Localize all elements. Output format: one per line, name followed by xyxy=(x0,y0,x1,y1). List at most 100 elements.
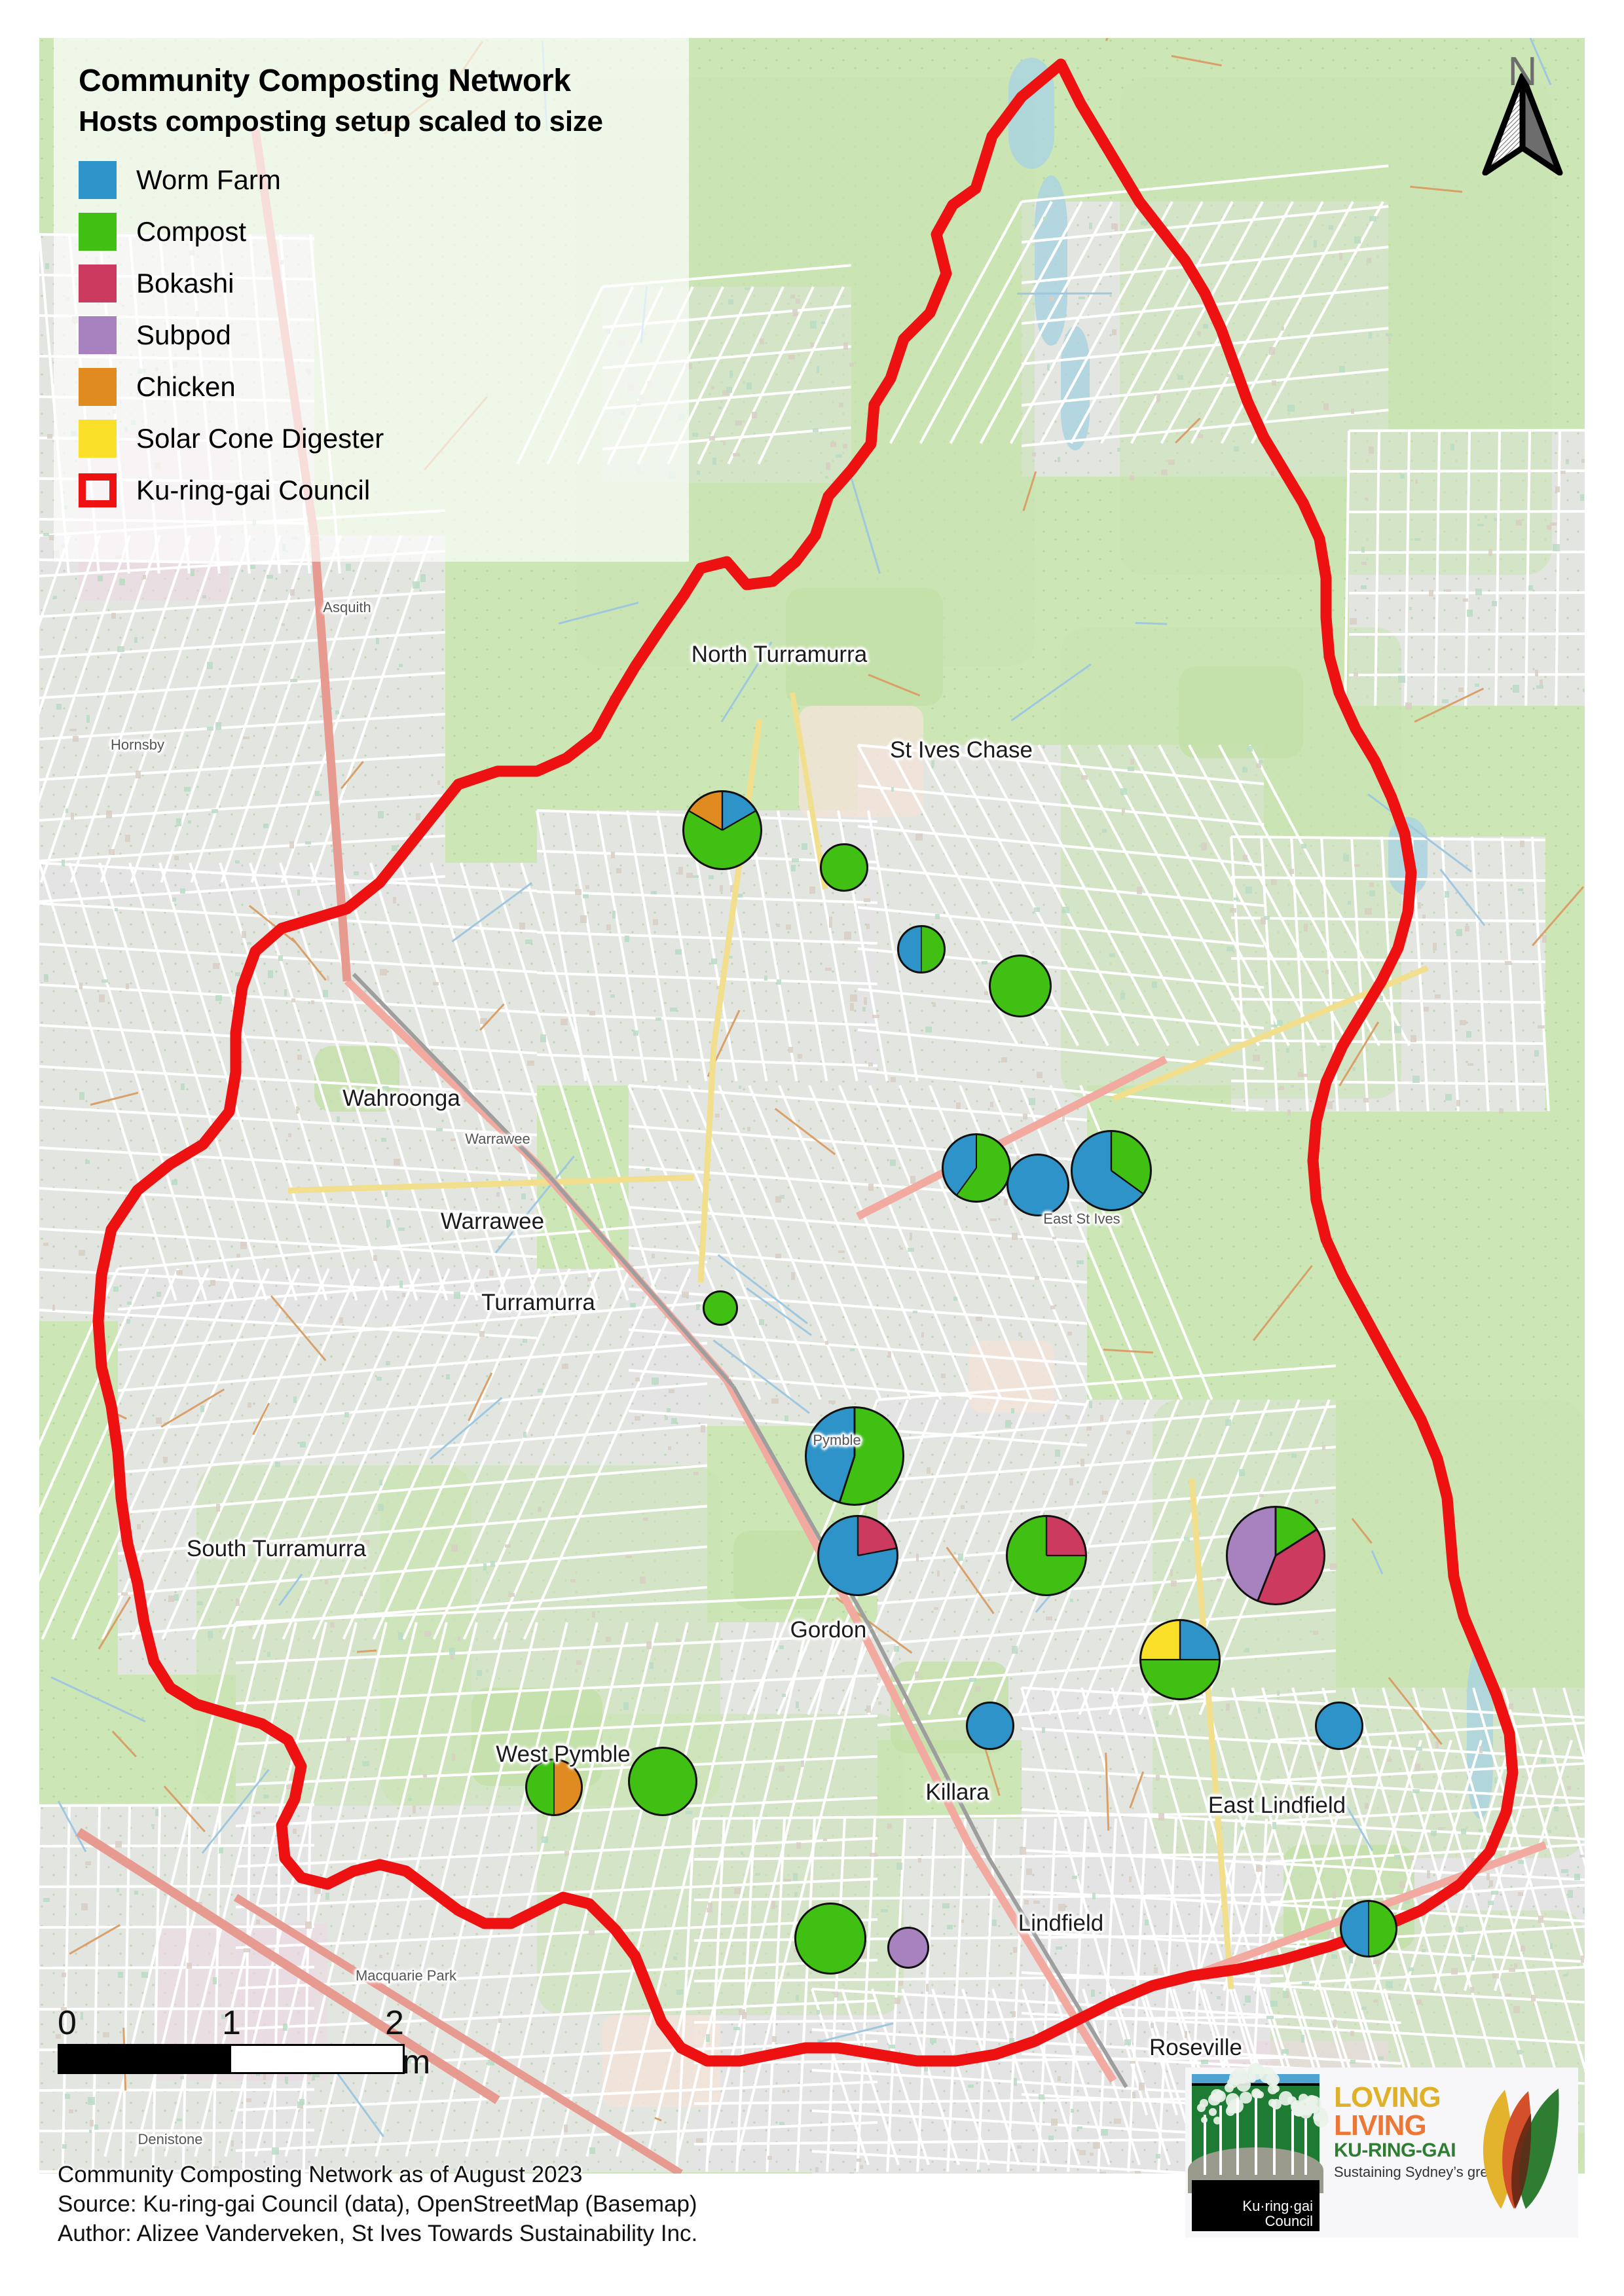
pie-marker[interactable] xyxy=(1139,1619,1221,1700)
map-building xyxy=(312,2077,315,2081)
pie-marker[interactable] xyxy=(887,1927,929,1969)
map-building xyxy=(745,287,749,291)
map-building xyxy=(1286,1048,1289,1053)
map-building xyxy=(1456,1100,1461,1106)
map-building xyxy=(200,1406,204,1412)
map-building xyxy=(362,1761,369,1766)
map-building xyxy=(862,1007,866,1011)
logo-tree-trunk xyxy=(1219,2105,1222,2175)
map-building xyxy=(826,462,830,469)
map-building xyxy=(924,2067,928,2072)
pie-marker[interactable] xyxy=(1315,1702,1363,1750)
loving-living-logo: LOVING LIVING KU-RING-GAI Sustaining Syd… xyxy=(1320,2074,1572,2231)
logo-tree-crown xyxy=(1253,2090,1262,2099)
pie-marker[interactable] xyxy=(942,1133,1011,1203)
map-building xyxy=(113,1286,119,1292)
map-building xyxy=(729,956,733,958)
map-building xyxy=(686,873,693,878)
pie-marker[interactable] xyxy=(820,843,868,892)
map-building xyxy=(79,1250,85,1256)
legend-label-compost: Compost xyxy=(136,216,246,247)
map-building xyxy=(275,1462,280,1467)
pie-marker[interactable] xyxy=(805,1406,904,1506)
map-building xyxy=(477,1670,482,1676)
logo-tree-crown xyxy=(1201,2117,1208,2123)
map-building xyxy=(1581,1956,1584,1963)
map-building xyxy=(44,974,48,980)
pie-marker[interactable] xyxy=(989,955,1052,1017)
legend-item-council-boundary: Ku-ring-gai Council xyxy=(79,464,689,516)
pie-slice-dividers xyxy=(1228,1508,1323,1603)
map-building xyxy=(665,1416,668,1421)
map-building xyxy=(1269,347,1275,355)
pie-slice-dividers xyxy=(1342,1902,1395,1956)
map-building xyxy=(1561,1869,1568,1873)
map-building xyxy=(1411,1855,1414,1861)
place-label: Killara xyxy=(925,1779,989,1806)
map-building xyxy=(1069,1478,1073,1485)
pie-marker[interactable] xyxy=(966,1702,1014,1750)
map-building xyxy=(1226,1704,1230,1711)
map-building xyxy=(1161,469,1168,475)
map-building xyxy=(1352,1067,1356,1071)
map-building xyxy=(69,2109,73,2113)
place-label: Denistone xyxy=(138,2131,202,2148)
pie-marker[interactable] xyxy=(1071,1130,1152,1211)
map-building xyxy=(1465,926,1469,932)
map-building xyxy=(323,990,329,997)
scale-bar: 012 km xyxy=(58,2003,405,2074)
map-building xyxy=(891,1077,896,1082)
map-building xyxy=(433,982,439,985)
map-building xyxy=(1120,788,1127,795)
map-building xyxy=(1400,474,1405,479)
map-building xyxy=(1442,699,1449,703)
map-building xyxy=(1365,908,1372,915)
scale-bar-ticks: 012 km xyxy=(58,2003,405,2044)
map-building xyxy=(90,2120,94,2126)
map-building xyxy=(670,1008,677,1012)
map-building xyxy=(184,787,191,792)
pie-marker[interactable] xyxy=(794,1903,866,1975)
map-building xyxy=(1555,486,1560,492)
pie-marker[interactable] xyxy=(817,1515,898,1596)
map-building xyxy=(796,1995,799,2000)
pie-marker[interactable] xyxy=(628,1747,697,1816)
map-building xyxy=(1568,1890,1573,1897)
map-building xyxy=(207,662,213,670)
map-building xyxy=(1414,538,1420,541)
map-building xyxy=(1365,1803,1369,1808)
pie-marker[interactable] xyxy=(1006,1515,1087,1596)
map-building xyxy=(802,843,807,850)
map-building xyxy=(134,1891,138,1895)
pie-marker[interactable] xyxy=(1226,1506,1325,1605)
map-building xyxy=(1184,1537,1190,1540)
map-building xyxy=(1509,1968,1515,1972)
map-building xyxy=(1518,1860,1524,1864)
map-building xyxy=(829,921,832,927)
map-building xyxy=(519,922,525,930)
map-building xyxy=(127,1302,132,1305)
pie-marker[interactable] xyxy=(1006,1154,1069,1216)
map-building xyxy=(247,942,251,945)
legend-item-subpod: Subpod xyxy=(79,309,689,361)
map-building xyxy=(1325,970,1329,974)
north-arrow: N xyxy=(1480,51,1565,175)
pie-marker[interactable] xyxy=(703,1290,738,1326)
map-building xyxy=(339,1317,343,1323)
pie-marker[interactable] xyxy=(682,790,762,870)
map-building xyxy=(779,2122,784,2125)
map-building xyxy=(1062,907,1069,913)
map-building xyxy=(1005,1420,1011,1428)
map-building xyxy=(1099,2172,1105,2174)
map-building xyxy=(1266,2016,1274,2019)
map-building xyxy=(1412,1789,1420,1793)
map-building xyxy=(1009,2038,1014,2046)
map-building xyxy=(562,1364,569,1369)
map-building xyxy=(1477,524,1484,526)
legend-item-chicken: Chicken xyxy=(79,361,689,412)
pie-marker[interactable] xyxy=(897,925,946,974)
north-letter: N xyxy=(1508,48,1538,95)
map-building xyxy=(1518,888,1523,892)
map-building xyxy=(79,983,83,989)
pie-marker[interactable] xyxy=(1340,1900,1397,1958)
